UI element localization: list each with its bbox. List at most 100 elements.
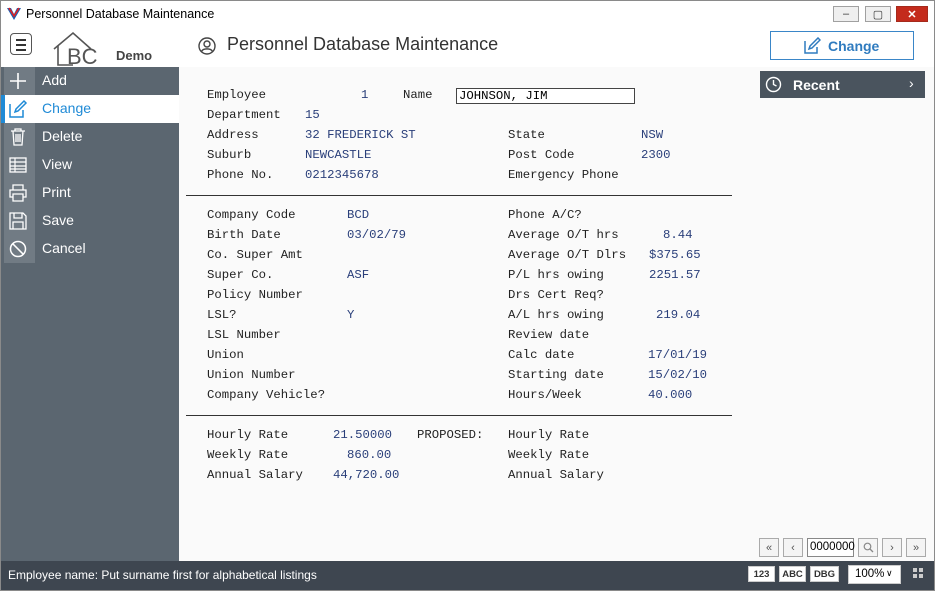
user-icon [198,37,216,55]
sidebar-item-view[interactable]: View [1,151,179,179]
starting-date-label: Starting date [508,368,604,382]
menu-button[interactable] [10,33,32,55]
sidebar-item-delete[interactable]: Delete [1,123,179,151]
chevron-right-icon: › [890,541,894,554]
chevron-left-icon: ‹ [791,541,795,554]
next-record-button[interactable]: › [882,538,902,557]
sidebar-item-save[interactable]: Save [1,207,179,235]
sidebar-item-cancel[interactable]: Cancel [1,235,179,263]
chevron-right-icon: › [909,75,914,91]
edit-icon [804,37,821,54]
last-record-button[interactable]: » [906,538,926,557]
alpha-mode-button[interactable]: ABC [779,566,806,582]
close-button[interactable]: ✕ [896,6,928,22]
company-code-value: BCD [347,208,370,222]
pl-hrs-value: 2251.57 [649,268,701,282]
sidebar-item-print[interactable]: Print [1,179,179,207]
department-label: Department [207,108,281,122]
double-chevron-left-icon: « [765,541,773,554]
app-window: Personnel Database Maintenance – ▢ ✕ BC … [0,0,935,591]
minimize-button[interactable]: – [833,6,859,22]
edit-icon [9,99,28,118]
name-input[interactable]: JOHNSON, JIM [456,88,635,104]
sidebar-item-change[interactable]: Change [1,95,179,123]
calc-date-label: Calc date [508,348,575,362]
policy-number-label: Policy Number [207,288,303,302]
proposed-label: PROPOSED: [417,428,484,442]
annual-salary-value: 44,720.00 [333,468,400,482]
first-record-button[interactable]: « [759,538,779,557]
change-action-label: Change [828,38,880,54]
chevron-down-icon: ∨ [886,568,893,578]
address-value: 32 FREDERICK ST [305,128,416,142]
printer-icon [9,184,27,202]
app-logo-icon [7,7,21,20]
avg-ot-hrs-value: 8.44 [663,228,693,242]
hourly-rate-value: 21.50000 [333,428,393,442]
avg-ot-dlrs-label: Average O/T Dlrs [508,248,627,262]
grid-icon[interactable] [913,568,923,578]
birth-date-value: 03/02/79 [347,228,407,242]
proposed-weekly-rate-label: Weekly Rate [508,448,590,462]
department-value: 15 [305,108,320,122]
search-icon [863,542,873,553]
super-co-value: ASF [347,268,370,282]
maximize-button[interactable]: ▢ [865,6,891,22]
starting-date-value: 15/02/10 [648,368,708,382]
employee-value: 1 [361,88,369,102]
review-date-label: Review date [508,328,590,342]
sidebar-item-label: Add [42,72,67,88]
proposed-hourly-rate-label: Hourly Rate [508,428,590,442]
status-bar: Employee name: Put surname first for alp… [1,561,934,590]
zoom-value: 100% [855,568,885,580]
change-action-button[interactable]: Change [770,31,914,60]
search-record-button[interactable] [858,538,878,557]
sidebar-item-label: Cancel [42,240,86,256]
avg-ot-dlrs-value: $375.65 [649,248,701,262]
company-vehicle-label: Company Vehicle? [207,388,326,402]
lsl-value: Y [347,308,355,322]
section-divider [186,195,732,196]
employee-label: Employee [207,88,267,102]
maximize-icon: ▢ [872,8,884,21]
postcode-value: 2300 [641,148,671,162]
recent-panel-button[interactable]: Recent › [760,71,925,98]
address-label: Address [207,128,259,142]
previous-record-button[interactable]: ‹ [783,538,803,557]
state-label: State [508,128,545,142]
weekly-rate-label: Weekly Rate [207,448,289,462]
union-number-label: Union Number [207,368,296,382]
sidebar-item-label: Change [42,100,92,116]
clock-icon [765,76,782,93]
drs-cert-label: Drs Cert Req? [508,288,604,302]
debug-button[interactable]: DBG [810,566,839,582]
al-hrs-value: 219.04 [656,308,701,322]
page-title: Personnel Database Maintenance [227,34,499,54]
numeric-mode-button[interactable]: 123 [748,566,775,582]
record-number-input[interactable]: 0000000 [807,538,855,557]
logo-demo-label: Demo [116,48,153,63]
birth-date-label: Birth Date [207,228,281,242]
hourly-rate-label: Hourly Rate [207,428,289,442]
name-label: Name [403,88,433,102]
zoom-select[interactable]: 100% ∨ [848,565,901,584]
sidebar-item-label: Save [42,212,74,228]
save-icon [9,212,27,230]
sidebar-item-add[interactable]: Add [1,67,179,95]
union-label: Union [207,348,244,362]
suburb-value: NEWCASTLE [305,148,372,162]
employee-form: Employee 1 Name JOHNSON, JIM Department … [179,67,934,561]
pl-hrs-label: P/L hrs owing [508,268,604,282]
double-chevron-right-icon: » [912,541,920,554]
phone-value: 0212345678 [305,168,379,182]
phone-label: Phone No. [207,168,274,182]
section-divider [186,415,732,416]
trash-icon [11,128,25,146]
suburb-label: Suburb [207,148,252,162]
sidebar-item-label: Delete [42,128,83,144]
recent-label: Recent [793,77,840,93]
lsl-label: LSL? [207,308,237,322]
minimize-icon: – [842,8,850,20]
calc-date-value: 17/01/19 [648,348,708,362]
window-title: Personnel Database Maintenance [26,7,215,21]
